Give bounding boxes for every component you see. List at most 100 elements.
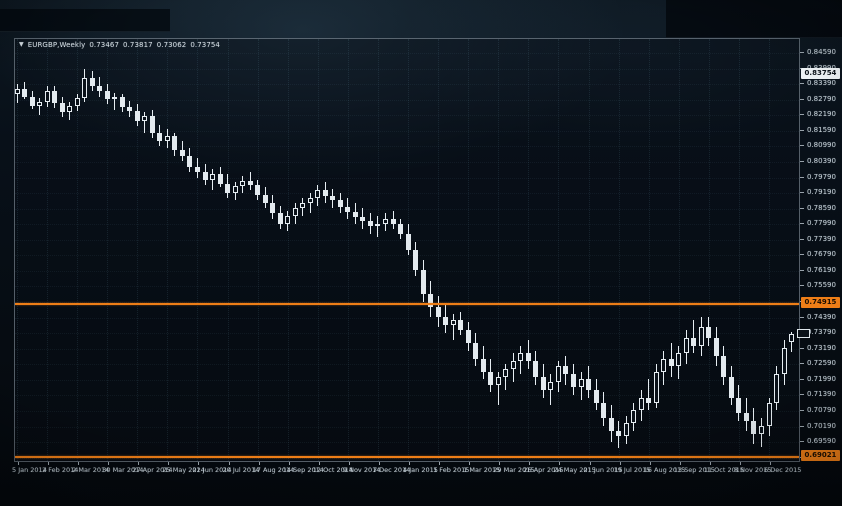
bid-price-marker bbox=[797, 329, 810, 338]
price-axis-tick bbox=[800, 145, 804, 146]
candle-body-bear bbox=[609, 418, 614, 431]
candle-body-bull bbox=[579, 379, 584, 387]
grid-line-vertical bbox=[348, 39, 349, 461]
candle-body-bear bbox=[421, 270, 426, 293]
candle-body-bear bbox=[436, 307, 441, 317]
price-axis-tick bbox=[800, 99, 804, 100]
grid-line-horizontal bbox=[15, 427, 799, 428]
price-axis-tick bbox=[800, 363, 804, 364]
candle-body-bear bbox=[669, 359, 674, 367]
candle-body-bear bbox=[30, 97, 35, 106]
price-axis-label: 0.77990 bbox=[807, 219, 836, 227]
hline-price-tag: 0.74915 bbox=[801, 297, 840, 308]
candle-body-bear bbox=[330, 196, 335, 200]
candle-body-bull bbox=[631, 410, 636, 423]
price-axis-label: 0.82790 bbox=[807, 95, 836, 103]
candle-body-bear bbox=[60, 103, 65, 112]
grid-line-vertical bbox=[288, 39, 289, 461]
candle-wick bbox=[505, 364, 506, 390]
grid-line-vertical bbox=[558, 39, 559, 461]
grid-line-vertical bbox=[167, 39, 168, 461]
candle-body-bull bbox=[451, 320, 456, 325]
grid-line-vertical bbox=[679, 39, 680, 461]
grid-line-vertical bbox=[528, 39, 529, 461]
candle-body-bull bbox=[503, 369, 508, 377]
price-axis[interactable]: 0.845900.839900.833900.827900.821900.815… bbox=[800, 38, 842, 462]
candle-body-bear bbox=[458, 320, 463, 330]
candle-body-bear bbox=[345, 207, 350, 212]
candle-body-bear bbox=[248, 181, 253, 185]
price-axis-tick bbox=[800, 254, 804, 255]
time-axis-tick bbox=[138, 462, 139, 465]
candle-body-bear bbox=[187, 156, 192, 166]
candle-body-bear bbox=[97, 86, 102, 91]
background-panel-top-left bbox=[0, 9, 170, 32]
chart-plot-area[interactable]: ▼ EURGBP,Weekly 0.73467 0.73817 0.73062 … bbox=[15, 39, 799, 461]
candle-body-bear bbox=[571, 374, 576, 387]
price-axis-tick bbox=[800, 379, 804, 380]
time-axis-tick bbox=[319, 462, 320, 465]
time-axis-tick bbox=[559, 462, 560, 465]
grid-line-vertical bbox=[137, 39, 138, 461]
time-axis-tick bbox=[590, 462, 591, 465]
price-axis-tick bbox=[800, 410, 804, 411]
time-axis-tick bbox=[349, 462, 350, 465]
candle-body-bear bbox=[368, 221, 373, 226]
horizontal-line[interactable] bbox=[15, 303, 799, 305]
candle-body-bull bbox=[165, 136, 170, 141]
candle-body-bear bbox=[488, 372, 493, 385]
time-axis-tick bbox=[18, 462, 19, 465]
grid-line-horizontal bbox=[15, 209, 799, 210]
candle-body-bear bbox=[729, 377, 734, 398]
price-axis-label: 0.78590 bbox=[807, 204, 836, 212]
candle-body-bear bbox=[646, 398, 651, 403]
candle-body-bear bbox=[135, 111, 140, 121]
candle-body-bear bbox=[360, 217, 365, 221]
price-axis-label: 0.79190 bbox=[807, 188, 836, 196]
grid-line-vertical bbox=[318, 39, 319, 461]
candle-wick bbox=[377, 216, 378, 237]
price-axis-tick bbox=[800, 285, 804, 286]
grid-line-horizontal bbox=[15, 193, 799, 194]
candle-wick bbox=[39, 98, 40, 115]
candle-body-bear bbox=[203, 172, 208, 180]
price-axis-tick bbox=[800, 177, 804, 178]
candle-body-bear bbox=[526, 353, 531, 361]
price-axis-tick bbox=[800, 239, 804, 240]
candle-body-bull bbox=[774, 374, 779, 403]
time-axis-label: 6 Dec 2015 bbox=[764, 466, 801, 474]
grid-line-horizontal bbox=[15, 333, 799, 334]
time-axis-tick bbox=[710, 462, 711, 465]
candle-body-bear bbox=[714, 338, 719, 356]
horizontal-line[interactable] bbox=[15, 456, 799, 458]
candle-body-bull bbox=[684, 338, 689, 354]
candle-body-bull bbox=[210, 174, 215, 179]
price-axis-tick bbox=[800, 52, 804, 53]
candle-body-bear bbox=[744, 413, 749, 421]
price-axis-label: 0.70190 bbox=[807, 422, 836, 430]
grid-line-horizontal bbox=[15, 349, 799, 350]
candle-body-bull bbox=[676, 353, 681, 366]
candle-body-bear bbox=[105, 91, 110, 99]
candle-body-bear bbox=[391, 219, 396, 224]
time-axis-tick bbox=[650, 462, 651, 465]
candle-body-bear bbox=[263, 195, 268, 203]
candle-wick bbox=[693, 320, 694, 354]
candle-body-bull bbox=[315, 190, 320, 198]
grid-line-vertical bbox=[619, 39, 620, 461]
time-axis-tick bbox=[409, 462, 410, 465]
time-axis[interactable]: 5 Jan 20142 Feb 20142 Mar 201430 Mar 201… bbox=[14, 462, 814, 478]
grid-line-vertical bbox=[228, 39, 229, 461]
ohlc-low: 0.73062 bbox=[157, 41, 187, 49]
grid-line-vertical bbox=[709, 39, 710, 461]
time-axis-tick bbox=[259, 462, 260, 465]
chart-window: ▼ EURGBP,Weekly 0.73467 0.73817 0.73062 … bbox=[14, 38, 800, 462]
candle-body-bear bbox=[150, 116, 155, 133]
time-axis-tick bbox=[529, 462, 530, 465]
grid-line-horizontal bbox=[15, 69, 799, 70]
candle-body-bull bbox=[518, 353, 523, 361]
candle-body-bear bbox=[541, 377, 546, 390]
candle-wick bbox=[648, 379, 649, 410]
candle-body-bull bbox=[300, 203, 305, 208]
candle-body-bear bbox=[52, 91, 57, 103]
